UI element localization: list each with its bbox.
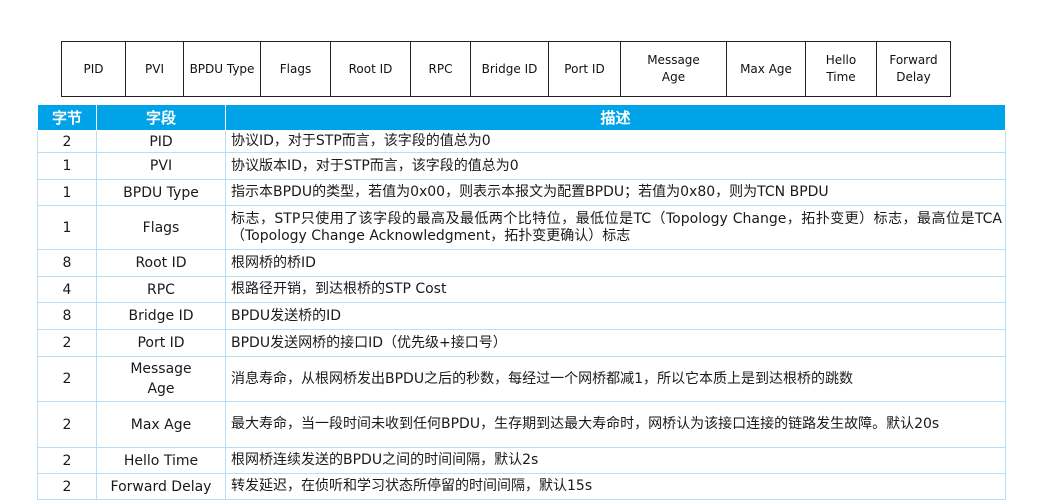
cell-description: 根路径开销，到达根桥的STP Cost bbox=[225, 276, 1006, 303]
cell-field: PID bbox=[96, 130, 226, 153]
table-row: 2 Forward Delay 转发延迟，在侦听和学习状态所停留的时间间隔，默认… bbox=[37, 473, 1006, 500]
cell-description: BPDU发送桥的ID bbox=[225, 302, 1006, 330]
cell-description: 最大寿命，当一段时间未收到任何BPDU，生存期到达最大寿命时，网桥认为该接口连接… bbox=[225, 401, 1006, 448]
cell-field: BPDU Type bbox=[96, 179, 226, 206]
cell-bytes: 1 bbox=[37, 152, 97, 180]
strip-cell-bridge-id: Bridge ID bbox=[470, 41, 549, 97]
strip-cell-port-id: Port ID bbox=[548, 41, 621, 97]
cell-bytes: 2 bbox=[37, 130, 97, 153]
cell-bytes: 1 bbox=[37, 205, 97, 250]
table-row: 2 PID 协议ID，对于STP而言，该字段的值总为0 bbox=[37, 130, 1006, 153]
strip-cell-message-age: Message Age bbox=[620, 41, 727, 97]
strip-cell-root-id: Root ID bbox=[330, 41, 411, 97]
cell-bytes: 2 bbox=[37, 329, 97, 357]
strip-cell-forward-delay: Forward Delay bbox=[876, 41, 951, 97]
table-row: 8 Bridge ID BPDU发送桥的ID bbox=[37, 302, 1006, 330]
cell-description: 消息寿命，从根网桥发出BPDU之后的秒数，每经过一个网桥都减1，所以它本质上是到… bbox=[225, 356, 1006, 402]
cell-description: 转发延迟，在侦听和学习状态所停留的时间间隔，默认15s bbox=[225, 473, 1006, 500]
table-row: 1 BPDU Type 指示本BPDU的类型，若值为0x00，则表示本报文为配置… bbox=[37, 179, 1006, 206]
cell-field: Forward Delay bbox=[96, 473, 226, 500]
bpdu-field-order-strip: PID PVI BPDU Type Flags Root ID RPC Brid… bbox=[61, 41, 951, 97]
cell-bytes: 8 bbox=[37, 302, 97, 330]
cell-description: 协议版本ID，对于STP而言，该字段的值总为0 bbox=[225, 152, 1006, 180]
cell-bytes: 2 bbox=[37, 401, 97, 448]
cell-description: 协议ID，对于STP而言，该字段的值总为0 bbox=[225, 130, 1006, 153]
cell-field: Port ID bbox=[96, 329, 226, 357]
cell-bytes: 2 bbox=[37, 356, 97, 402]
strip-cell-bpdu-type: BPDU Type bbox=[183, 41, 261, 97]
cell-field: Hello Time bbox=[96, 447, 226, 474]
strip-cell-rpc: RPC bbox=[410, 41, 471, 97]
table-row: 2 Max Age 最大寿命，当一段时间未收到任何BPDU，生存期到达最大寿命时… bbox=[37, 401, 1006, 448]
table-header-row: 字节 字段 描述 bbox=[37, 104, 1006, 131]
cell-field: Message Age bbox=[96, 356, 226, 402]
table-row: 4 RPC 根路径开销，到达根桥的STP Cost bbox=[37, 276, 1006, 303]
field-order-row: PID PVI BPDU Type Flags Root ID RPC Brid… bbox=[61, 41, 951, 97]
column-header-description: 描述 bbox=[225, 104, 1006, 131]
cell-bytes: 2 bbox=[37, 473, 97, 500]
table-row: 2 Hello Time 根网桥连续发送的BPDU之间的时间间隔，默认2s bbox=[37, 447, 1006, 474]
cell-description: 标志，STP只使用了该字段的最高及最低两个比特位，最低位是TC（Topology… bbox=[225, 205, 1006, 250]
cell-bytes: 8 bbox=[37, 249, 97, 277]
strip-cell-pid: PID bbox=[61, 41, 126, 97]
cell-description: 指示本BPDU的类型，若值为0x00，则表示本报文为配置BPDU；若值为0x80… bbox=[225, 179, 1006, 206]
table-row: 8 Root ID 根网桥的桥ID bbox=[37, 249, 1006, 277]
cell-bytes: 2 bbox=[37, 447, 97, 474]
cell-field: Max Age bbox=[96, 401, 226, 448]
table-row: 2 Port ID BPDU发送网桥的接口ID（优先级+接口号） bbox=[37, 329, 1006, 357]
table-row: 1 Flags 标志，STP只使用了该字段的最高及最低两个比特位，最低位是TC（… bbox=[37, 205, 1006, 250]
cell-description: 根网桥的桥ID bbox=[225, 249, 1006, 277]
cell-field: RPC bbox=[96, 276, 226, 303]
cell-field: PVI bbox=[96, 152, 226, 180]
cell-description: 根网桥连续发送的BPDU之间的时间间隔，默认2s bbox=[225, 447, 1006, 474]
bpdu-field-table: 字节 字段 描述 2 PID 协议ID，对于STP而言，该字段的值总为0 1 P… bbox=[37, 104, 1006, 500]
cell-bytes: 1 bbox=[37, 179, 97, 206]
strip-cell-pvi: PVI bbox=[125, 41, 184, 97]
table-row: 1 PVI 协议版本ID，对于STP而言，该字段的值总为0 bbox=[37, 152, 1006, 180]
cell-bytes: 4 bbox=[37, 276, 97, 303]
column-header-field: 字段 bbox=[96, 104, 226, 131]
cell-field: Flags bbox=[96, 205, 226, 250]
strip-cell-hello-time: Hello Time bbox=[805, 41, 877, 97]
column-header-bytes: 字节 bbox=[37, 104, 97, 131]
cell-description: BPDU发送网桥的接口ID（优先级+接口号） bbox=[225, 329, 1006, 357]
strip-cell-max-age: Max Age bbox=[726, 41, 806, 97]
strip-cell-flags: Flags bbox=[260, 41, 331, 97]
cell-field: Root ID bbox=[96, 249, 226, 277]
cell-field: Bridge ID bbox=[96, 302, 226, 330]
table-row: 2 Message Age 消息寿命，从根网桥发出BPDU之后的秒数，每经过一个… bbox=[37, 356, 1006, 402]
